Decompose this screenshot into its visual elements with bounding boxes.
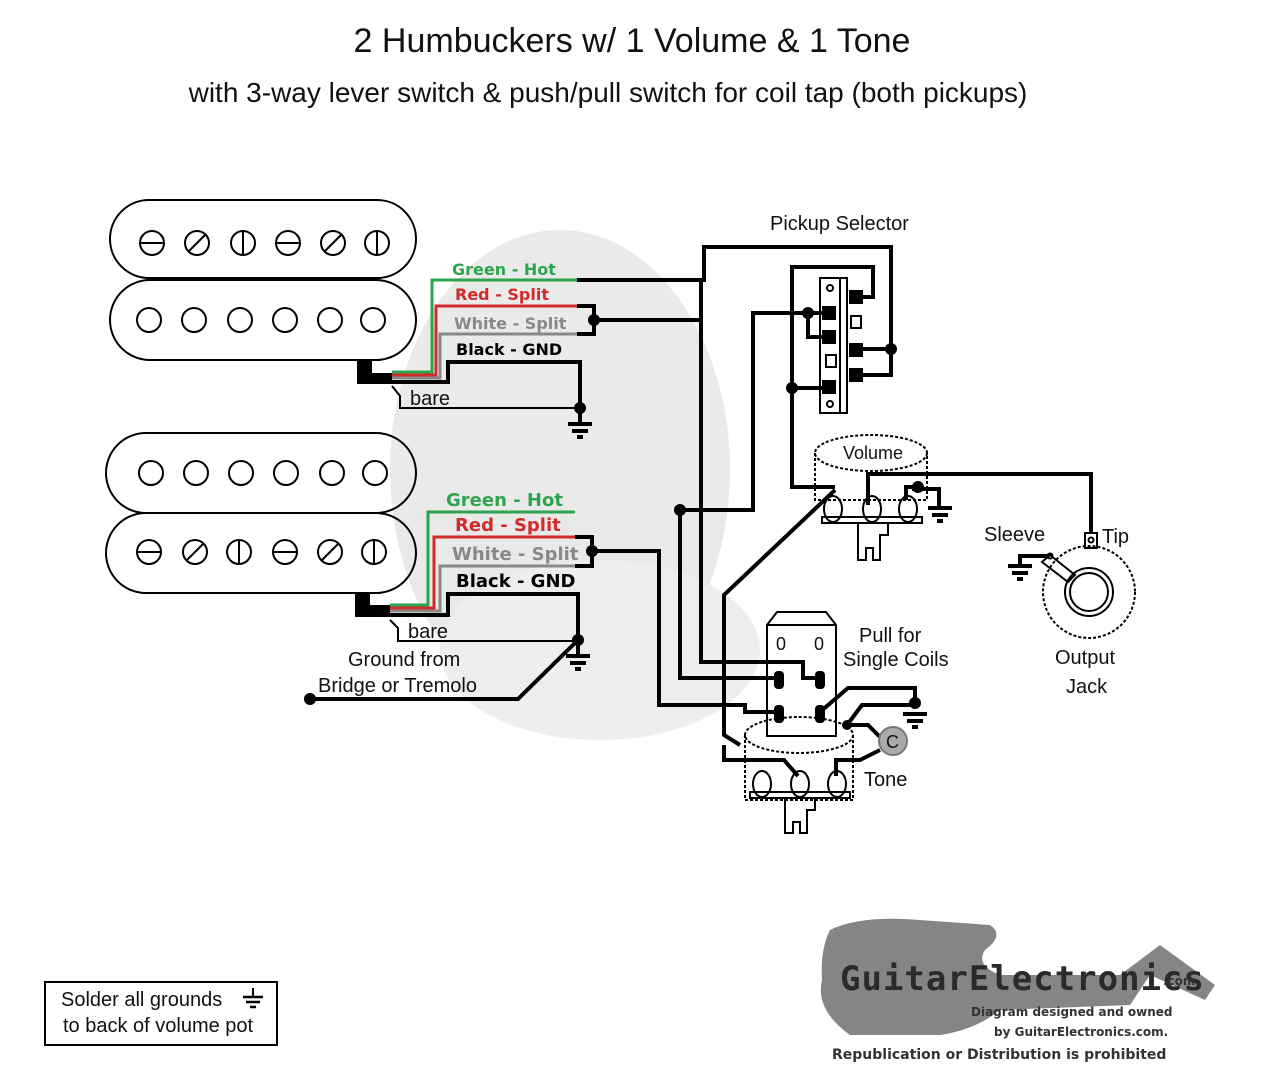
bridge-green-label: Green - Hot — [446, 490, 563, 511]
switch-lug — [815, 671, 825, 689]
neck-green-label: Green - Hot — [452, 260, 556, 279]
switch-pole-b: 0 — [814, 634, 824, 654]
bridge-humbucker — [105, 432, 417, 617]
tone-lug-2 — [790, 770, 810, 798]
bridge-black-label: Black - GND — [456, 571, 575, 592]
volume-to-jack-tip — [866, 472, 1093, 533]
slug-poles — [136, 307, 386, 333]
volume-label: Volume — [843, 443, 903, 463]
tone-label: Tone — [864, 769, 907, 791]
selector-lug — [849, 343, 863, 357]
ground-icon — [928, 506, 952, 523]
ground-from-label-1: Ground from — [348, 649, 460, 671]
output-label-2: Jack — [1066, 676, 1108, 698]
ground-icon — [1008, 564, 1032, 581]
bridge-cable-exit — [355, 593, 390, 617]
bridge-bare-label: bare — [408, 621, 448, 643]
neck-coil-slug — [109, 279, 417, 361]
screw-poles — [139, 230, 390, 256]
selector-lug — [822, 330, 836, 344]
tone-lug-1 — [752, 770, 772, 798]
switch-lug — [774, 705, 784, 723]
wiring-diagram: 2 Humbuckers w/ 1 Volume & 1 Tone with 3… — [44, 22, 1215, 1063]
sleeve-label: Sleeve — [984, 524, 1045, 546]
output-label-1: Output — [1055, 647, 1115, 669]
volume-pot: Volume — [722, 434, 1093, 747]
neck-white-label: White - Split — [454, 314, 567, 333]
junction-dot — [802, 307, 814, 319]
neck-bare-label: bare — [410, 388, 450, 410]
logo-suffix: .com — [1163, 974, 1195, 988]
ground-icon — [903, 712, 927, 729]
logo-brand: GuitarElectronics — [840, 959, 1205, 999]
neck-black-label: Black - GND — [456, 340, 562, 359]
selector-lug — [849, 290, 863, 304]
neck-red-label: Red - Split — [455, 285, 549, 304]
junction-dot — [909, 697, 921, 709]
output-jack: Sleeve Tip Output Jack — [984, 524, 1136, 698]
logo-line-2: by GuitarElectronics.com. — [994, 1025, 1168, 1039]
bridge-white-label: White - Split — [452, 544, 579, 565]
pull-label-2: Single Coils — [843, 649, 949, 671]
selector-lug — [849, 368, 863, 382]
slug-poles — [138, 460, 388, 486]
bridge-red-label: Red - Split — [455, 515, 561, 536]
note-line-1: Solder all grounds — [61, 989, 222, 1011]
selector-lug — [822, 380, 836, 394]
switch-pole-a: 0 — [776, 634, 786, 654]
diagram-subtitle: with 3-way lever switch & push/pull swit… — [188, 77, 1028, 108]
tip-label: Tip — [1102, 526, 1129, 548]
screw-poles — [136, 539, 387, 565]
note-line-2: to back of volume pot — [63, 1015, 254, 1037]
diagram-title: 2 Humbuckers w/ 1 Volume & 1 Tone — [354, 22, 911, 60]
switch-lug — [774, 671, 784, 689]
neck-cable-exit — [357, 360, 392, 384]
volume-lug-2 — [862, 495, 882, 523]
logo-line-1: Diagram designed and owned — [971, 1005, 1173, 1019]
neck-coil-screw — [109, 199, 417, 279]
bridge-ground-terminal — [304, 693, 316, 705]
neck-humbucker — [109, 199, 417, 384]
guitarelectronics-logo: GuitarElectronics .com Diagram designed … — [820, 918, 1215, 1063]
junction-dot — [674, 504, 686, 516]
solder-note: Solder all grounds to back of volume pot — [44, 981, 278, 1046]
pull-label-1: Pull for — [859, 625, 922, 647]
logo-line-3: Republication or Distribution is prohibi… — [832, 1047, 1166, 1063]
ground-from-label-2: Bridge or Tremolo — [318, 675, 477, 697]
capacitor-label: C — [886, 732, 899, 752]
selector-lug — [822, 306, 836, 320]
junction-dot — [885, 343, 897, 355]
pickup-selector-label: Pickup Selector — [770, 213, 909, 235]
bridge-coil-slug — [105, 432, 417, 514]
